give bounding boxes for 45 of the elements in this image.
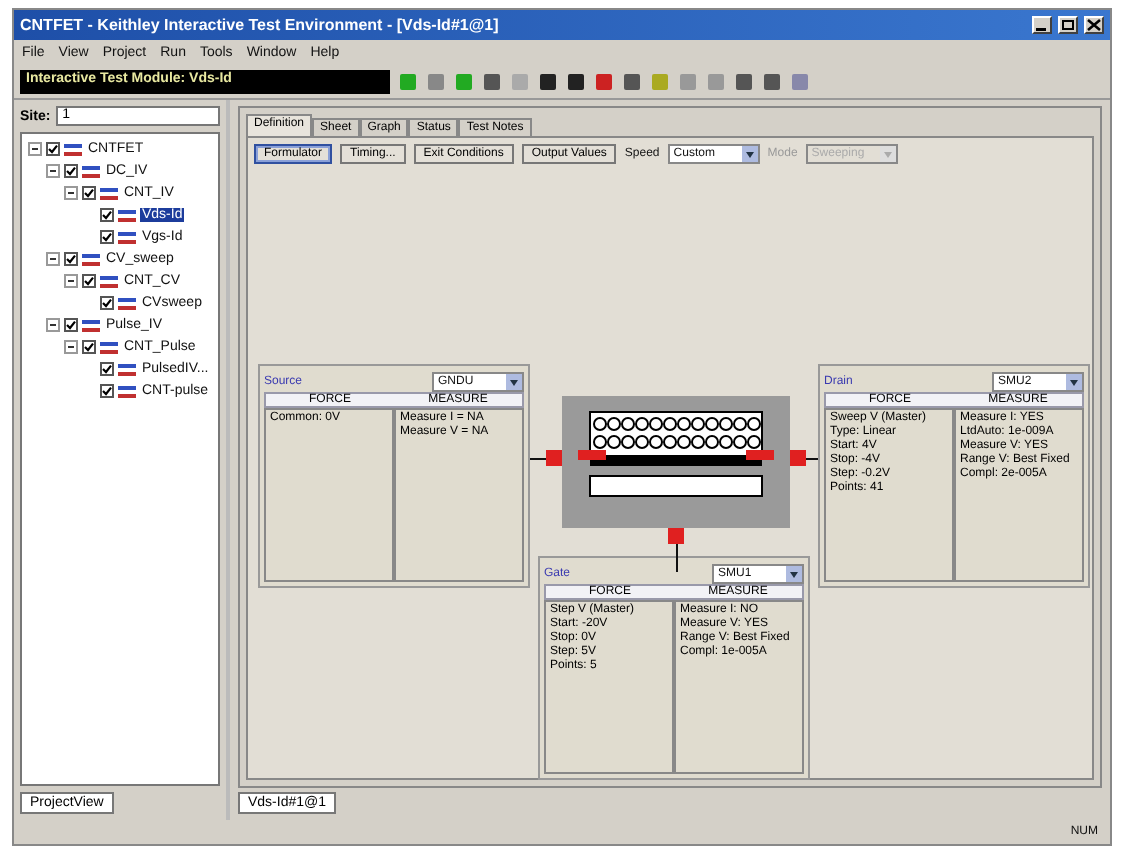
window-title: CNTFET - Keithley Interactive Test Environment - [Vds-Id#1@1] <box>20 16 501 34</box>
tree-checkbox[interactable] <box>100 208 114 222</box>
tree-checkbox[interactable] <box>100 230 114 244</box>
tree-checkbox[interactable] <box>64 164 78 178</box>
tree-checkbox[interactable] <box>64 252 78 266</box>
node-icon <box>82 317 100 333</box>
node-icon <box>64 141 82 157</box>
close-button[interactable] <box>1084 16 1104 34</box>
tree-checkbox[interactable] <box>100 296 114 310</box>
dropdown-arrow-icon[interactable] <box>786 565 802 581</box>
collapse-toggle-icon[interactable] <box>46 164 60 178</box>
restore-icon <box>1060 18 1076 32</box>
collapse-toggle-icon[interactable] <box>28 142 42 156</box>
tree-checkbox[interactable] <box>46 142 60 156</box>
node-icon <box>118 383 136 399</box>
tree-checkbox[interactable] <box>100 362 114 376</box>
collapse-toggle-icon[interactable] <box>64 186 78 200</box>
close-icon <box>1086 18 1102 32</box>
dropdown-arrow-icon[interactable] <box>1066 373 1082 389</box>
collapse-toggle-icon[interactable] <box>46 318 60 332</box>
node-icon <box>82 163 100 179</box>
restore-button[interactable] <box>1058 16 1078 34</box>
node-icon <box>118 361 136 377</box>
wire <box>676 544 678 572</box>
collapse-toggle-icon[interactable] <box>64 340 78 354</box>
terminal-pin <box>790 450 806 466</box>
tree-checkbox[interactable] <box>82 340 96 354</box>
tree-checkbox[interactable] <box>82 186 96 200</box>
terminal-pin <box>668 528 684 544</box>
collapse-toggle-icon[interactable] <box>64 274 78 288</box>
node-icon <box>100 185 118 201</box>
dropdown-arrow-icon[interactable] <box>506 373 522 389</box>
node-icon <box>118 207 136 223</box>
dropdown-arrow-icon[interactable] <box>741 146 758 162</box>
node-icon <box>100 339 118 355</box>
node-icon <box>100 273 118 289</box>
tree-checkbox[interactable] <box>82 274 96 288</box>
node-icon <box>118 229 136 245</box>
tree-checkbox[interactable] <box>100 384 114 398</box>
node-icon <box>118 295 136 311</box>
node-icon <box>82 251 100 267</box>
tree-checkbox[interactable] <box>64 318 78 332</box>
minimize-button[interactable] <box>1032 16 1052 34</box>
terminal-pin <box>546 450 562 466</box>
collapse-toggle-icon[interactable] <box>46 252 60 266</box>
